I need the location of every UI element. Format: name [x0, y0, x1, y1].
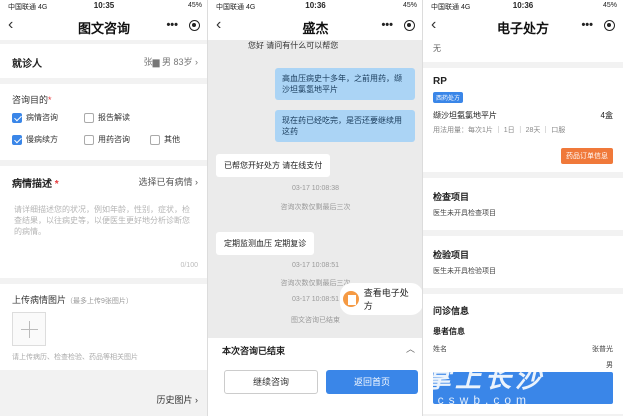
view-e-prescription-button[interactable]: 查看电子处方: [340, 283, 423, 315]
char-counter: 0/100: [180, 262, 198, 269]
drug-order-info-button[interactable]: 药品订单信息: [561, 148, 613, 164]
drug-name: 缬沙坦氨氯地平片: [433, 111, 497, 120]
session-ended-title: 本次咨询已结束: [222, 346, 286, 356]
e-prescription-screen: 中国联通 4G 10:36 45% ‹ 电子处方 ••• 无 RP 西药处方 缬…: [423, 0, 623, 416]
battery-text: 45%: [402, 2, 417, 9]
lab-test-text: 医生未开具检验项目: [433, 268, 496, 275]
purpose-section: 咨询目的* 病情咨询 报告解读 慢病续方 用药咨询 其他: [0, 84, 208, 160]
view-e-prescription-label: 查看电子处方: [363, 288, 409, 311]
doctor-message: 已帮您开好处方 请在线支付: [216, 154, 331, 177]
select-existing-condition[interactable]: 选择已有病情 ›: [139, 175, 199, 188]
more-icon[interactable]: •••: [166, 19, 178, 31]
checkbox-medication-consult[interactable]: 用药咨询: [84, 134, 130, 145]
name-label: 姓名: [433, 346, 447, 353]
close-miniapp-icon[interactable]: [404, 20, 415, 31]
description-section: 病情描述 * 选择已有病情 › 请详细描述您的状况，例如年龄，性别，症状，检查结…: [0, 166, 208, 278]
lab-test-heading: 检验项目: [433, 250, 470, 260]
rp-heading: RP: [433, 76, 447, 87]
patient-value: 张▆ 男 83岁 ›: [143, 57, 198, 67]
diagnosis-section: 无: [423, 40, 623, 62]
patient-selector[interactable]: 就诊人 张▆ 男 83岁 ›: [0, 44, 208, 78]
doctor-message: 定期监测血压 定期复诊: [216, 232, 315, 255]
description-textarea[interactable]: 请详细描述您的状况，例如年龄，性别，症状，检查结果，以往病史等，以便医生更好地分…: [14, 204, 190, 237]
patient-message: 现在药已经吃完，是否还要继续用这药: [275, 110, 415, 142]
drug-usage: 用法用量：每次1片 ｜ 1日 ｜ 28天 ｜ 口服: [433, 127, 566, 134]
exam-text: 医生未开具检查项目: [433, 210, 496, 217]
checkbox-chronic-refill[interactable]: 慢病续方: [12, 134, 58, 145]
clock: 10:36: [512, 1, 534, 10]
timestamp: 03-17 10:08:51: [291, 262, 340, 269]
consult-form-screen: 中国联通 4G 10:35 45% ‹ 图文咨询 ••• 就诊人 张▆ 男 83…: [0, 0, 208, 416]
history-images-link[interactable]: 历史图片 ›: [157, 393, 199, 406]
exam-section: 检查项目 医生未开具检查项目: [423, 178, 623, 230]
patient-label: 就诊人: [12, 59, 42, 70]
sex-value: 男: [606, 362, 613, 369]
clock: 10:35: [93, 1, 115, 10]
battery-text: 45%: [602, 2, 617, 9]
close-miniapp-icon[interactable]: [189, 20, 200, 31]
name-value: 张普光: [592, 346, 613, 353]
nav-bar: ‹ 图文咨询 •••: [0, 12, 208, 40]
remaining-notice: 咨询次数仅剩最后三次: [280, 204, 351, 211]
bottom-panel: 本次咨询已结束 ︿ 继续咨询 返回首页: [208, 338, 423, 416]
upload-label: 上传病情图片（最多上传9张图片）: [12, 295, 133, 305]
prescription-icon: [343, 291, 359, 307]
checkbox-other[interactable]: 其他: [150, 134, 180, 145]
nav-bar: ‹ 盛杰 •••: [208, 12, 423, 40]
status-bar: 中国联通 4G 10:35 45%: [0, 0, 208, 12]
rp-section: RP 西药处方 缬沙坦氨氯地平片 4盒 用法用量：每次1片 ｜ 1日 ｜ 28天…: [423, 68, 623, 172]
status-bar: 中国联通 4G 10:36 45%: [423, 0, 623, 12]
add-image-button[interactable]: [12, 312, 46, 346]
patient-info-heading: 患者信息: [433, 327, 465, 336]
consult-ended-note: 图文咨询已结束: [291, 317, 340, 324]
timestamp: 03-17 10:08:38: [291, 185, 340, 192]
more-icon[interactable]: •••: [381, 19, 393, 31]
greeting-message: 您好 请问有什么可以帮您: [248, 41, 339, 50]
diagnosis-value: 无: [433, 44, 441, 53]
checkbox-report-reading[interactable]: 报告解读: [84, 112, 130, 123]
lab-test-section: 检验项目 医生未开具检验项目: [423, 236, 623, 288]
watermark-logo: 掌上长沙: [425, 363, 546, 393]
description-label: 病情描述 *: [12, 179, 59, 190]
battery-text: 45%: [187, 2, 202, 9]
checkbox-illness-consult[interactable]: 病情咨询: [12, 112, 58, 123]
clock: 10:36: [305, 1, 326, 10]
nav-bar: ‹ 电子处方 •••: [423, 12, 623, 40]
return-home-button[interactable]: 返回首页: [326, 370, 418, 394]
more-icon[interactable]: •••: [581, 19, 593, 31]
close-miniapp-icon[interactable]: [604, 20, 615, 31]
exam-heading: 检查项目: [433, 192, 470, 202]
chevron-up-icon[interactable]: ︿: [406, 342, 415, 355]
watermark-url: icswb.com: [430, 393, 532, 407]
western-medicine-tag: 西药处方: [433, 92, 464, 103]
purpose-label: 咨询目的*: [12, 95, 52, 105]
consult-info-heading: 问诊信息: [433, 306, 470, 316]
drug-quantity: 4盒: [600, 111, 613, 120]
status-bar: 中国联通 4G 10:36 45%: [208, 0, 423, 12]
upload-hint: 请上传病历、检查检验、药品等相关图片: [12, 354, 138, 361]
chat-screen: 中国联通 4G 10:36 45% ‹ 盛杰 ••• 您好 请问有什么可以帮您 …: [208, 0, 423, 416]
continue-consult-button[interactable]: 继续咨询: [224, 370, 318, 394]
upload-section: 上传病情图片（最多上传9张图片） 请上传病历、检查检验、药品等相关图片: [0, 284, 208, 370]
page-title: 电子处方: [496, 21, 549, 36]
patient-message: 高血压病史十多年，之前用药，缬沙坦氯氢地平片: [275, 68, 415, 100]
